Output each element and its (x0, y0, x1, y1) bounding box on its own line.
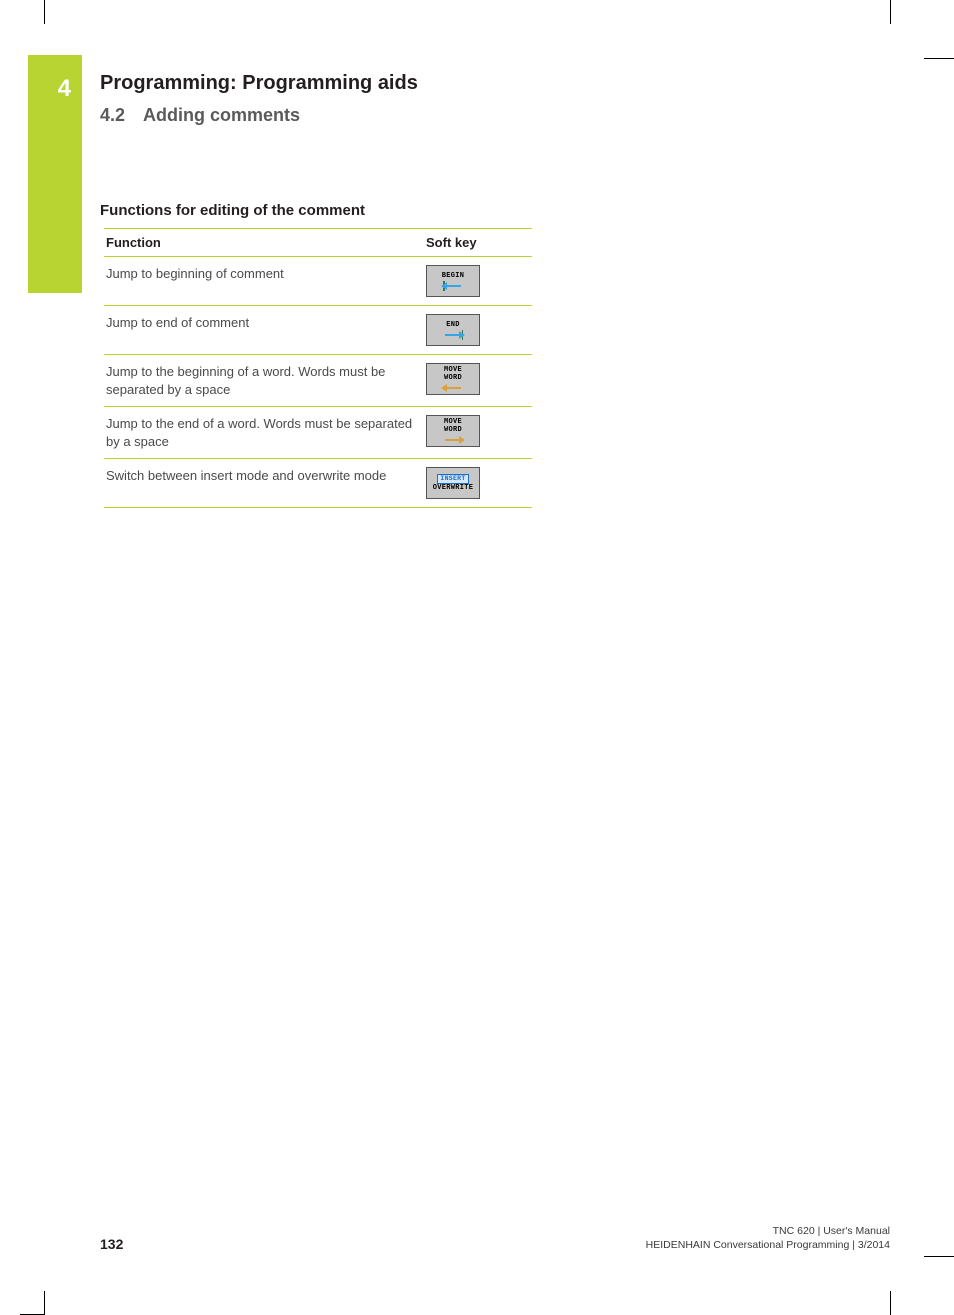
crop-mark (44, 1291, 45, 1315)
chapter-title: Programming: Programming aids (100, 72, 418, 95)
crop-mark (44, 0, 45, 24)
softkey-label: WORD (444, 427, 462, 434)
chapter-number: 4 (58, 75, 71, 103)
softkey-cell: MOVE WORD (424, 407, 532, 459)
functions-table: Function Soft key Jump to beginning of c… (104, 228, 532, 508)
function-desc: Jump to end of comment (104, 306, 424, 355)
crop-mark (890, 0, 891, 24)
softkey-label: END (446, 322, 460, 329)
table-row: Jump to end of comment END (104, 306, 532, 355)
softkey-begin: BEGIN (426, 265, 480, 297)
arrow-left-icon (441, 282, 465, 290)
softkey-cell: MOVE WORD (424, 355, 532, 407)
page-number: 132 (100, 1236, 123, 1252)
function-desc: Jump to beginning of comment (104, 257, 424, 306)
softkey-cell: END (424, 306, 532, 355)
softkey-move-word-left: MOVE WORD (426, 363, 480, 395)
footer-meta-line: HEIDENHAIN Conversational Programming | … (646, 1238, 890, 1252)
col-header-function: Function (104, 229, 424, 257)
table-row: Switch between insert mode and overwrite… (104, 459, 532, 508)
function-desc: Switch between insert mode and overwrite… (104, 459, 424, 508)
arrow-right-icon (441, 331, 465, 339)
crop-mark (924, 1256, 954, 1257)
function-desc: Jump to the beginning of a word. Words m… (104, 355, 424, 407)
col-header-softkey: Soft key (424, 229, 532, 257)
softkey-label: MOVE (444, 367, 462, 374)
table-row: Jump to beginning of comment BEGIN (104, 257, 532, 306)
softkey-label: MOVE (444, 419, 462, 426)
function-desc: Jump to the end of a word. Words must be… (104, 407, 424, 459)
page-footer: 132 TNC 620 | User's Manual HEIDENHAIN C… (100, 1224, 890, 1252)
footer-meta-line: TNC 620 | User's Manual (646, 1224, 890, 1238)
crop-mark (924, 58, 954, 59)
table-row: Jump to the end of a word. Words must be… (104, 407, 532, 459)
section-title: Adding comments (143, 105, 300, 125)
softkey-cell: INSERT OVERWRITE (424, 459, 532, 508)
softkey-cell: BEGIN (424, 257, 532, 306)
softkey-move-word-right: MOVE WORD (426, 415, 480, 447)
arrow-left-icon (441, 384, 465, 392)
softkey-label: BEGIN (442, 273, 465, 280)
section-number: 4.2 (100, 105, 125, 125)
softkey-label: WORD (444, 375, 462, 382)
chapter-tab: 4 (28, 55, 82, 293)
crop-mark (890, 1291, 891, 1315)
arrow-right-icon (441, 436, 465, 444)
section-heading: 4.2 Adding comments (100, 105, 300, 126)
table-header-row: Function Soft key (104, 229, 532, 257)
softkey-label: INSERT (437, 474, 468, 484)
softkey-insert-overwrite: INSERT OVERWRITE (426, 467, 480, 499)
softkey-end: END (426, 314, 480, 346)
table-row: Jump to the beginning of a word. Words m… (104, 355, 532, 407)
footer-meta: TNC 620 | User's Manual HEIDENHAIN Conve… (646, 1224, 890, 1252)
softkey-label: OVERWRITE (433, 485, 474, 492)
subsection-title: Functions for editing of the comment (100, 202, 365, 219)
